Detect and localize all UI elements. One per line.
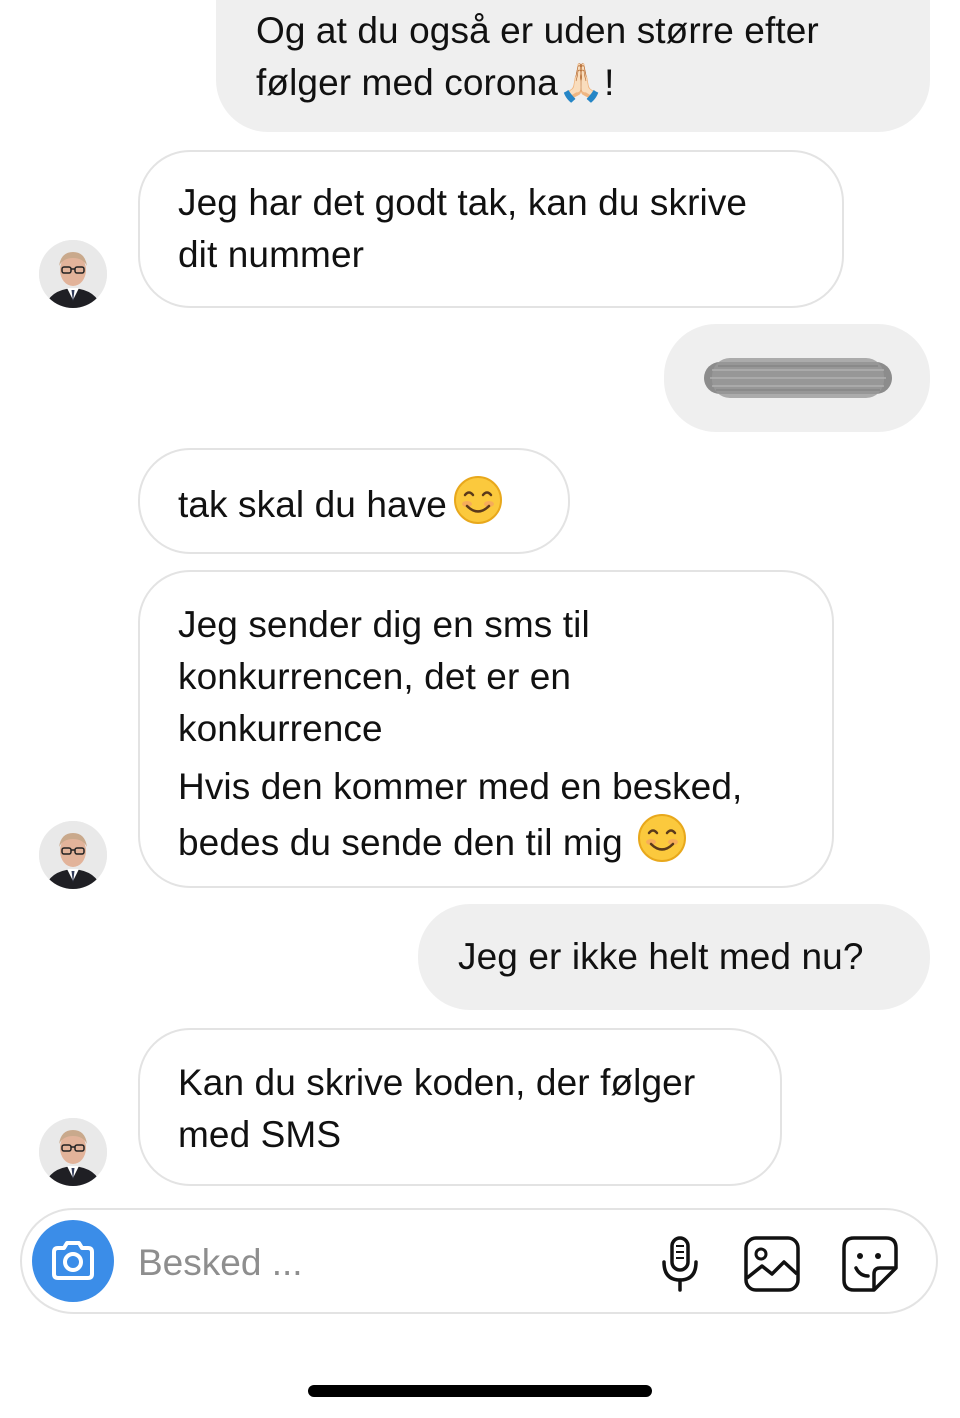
- smiling-face-icon: [637, 813, 687, 863]
- sticker-icon: [842, 1236, 898, 1292]
- message-line: Jeg sender dig en sms til: [178, 604, 590, 645]
- message-line: følger med corona🙏🏻!: [256, 62, 615, 103]
- message-line: Jeg er ikke helt med nu?: [458, 936, 864, 977]
- sender-avatar[interactable]: [39, 240, 107, 308]
- sender-avatar[interactable]: [39, 821, 107, 889]
- person-avatar-icon: [39, 1118, 107, 1186]
- microphone-icon: [662, 1236, 698, 1292]
- incoming-message[interactable]: tak skal du have: [138, 448, 570, 554]
- message-line: dit nummer: [178, 234, 365, 275]
- person-avatar-icon: [39, 240, 107, 308]
- gallery-button[interactable]: [740, 1232, 804, 1296]
- outgoing-message[interactable]: Og at du også er uden større efter følge…: [216, 0, 930, 132]
- sender-avatar[interactable]: [39, 1118, 107, 1186]
- message-line: konkurrencen, det er en: [178, 656, 572, 697]
- message-input[interactable]: [138, 1238, 618, 1288]
- message-thread: Og at du også er uden større efter følge…: [0, 0, 960, 1200]
- message-line: Og at du også er uden større efter: [256, 10, 819, 51]
- message-line: Kan du skrive koden, der følger: [178, 1062, 696, 1103]
- redacted-scribble: [704, 358, 892, 398]
- person-avatar-icon: [39, 821, 107, 889]
- message-composer: [20, 1208, 938, 1314]
- camera-button[interactable]: [32, 1220, 114, 1302]
- message-line: bedes du sende den til mig: [178, 813, 812, 869]
- message-line: konkurrence: [178, 708, 383, 749]
- outgoing-message-redacted[interactable]: [664, 324, 930, 432]
- sticker-button[interactable]: [838, 1232, 902, 1296]
- outgoing-message[interactable]: Jeg er ikke helt med nu?: [418, 904, 930, 1010]
- message-line: Hvis den kommer med en besked,: [178, 766, 743, 807]
- gallery-icon: [744, 1236, 800, 1292]
- message-line: tak skal du have: [178, 475, 548, 531]
- incoming-message[interactable]: Kan du skrive koden, der følger med SMS: [138, 1028, 782, 1186]
- message-line: Jeg har det godt tak, kan du skrive: [178, 182, 748, 223]
- smiling-face-icon: [453, 475, 503, 525]
- microphone-button[interactable]: [648, 1232, 712, 1296]
- incoming-message[interactable]: Jeg sender dig en sms til konkurrencen, …: [138, 570, 834, 888]
- message-line: med SMS: [178, 1114, 342, 1155]
- camera-icon: [52, 1241, 94, 1280]
- home-indicator[interactable]: [308, 1385, 652, 1397]
- incoming-message[interactable]: Jeg har det godt tak, kan du skrive dit …: [138, 150, 844, 308]
